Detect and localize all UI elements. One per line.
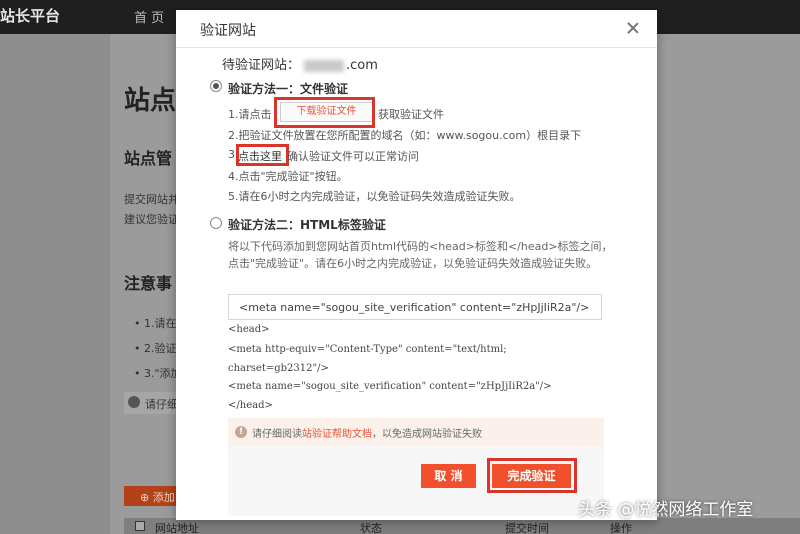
warning-suffix: ，以免造成网站验证失败 — [372, 429, 482, 440]
notes-title: 注意事 — [124, 274, 173, 293]
step2: 2.把验证文件放置在您所配置的域名（如：www.sogou.com）根目录下 — [228, 129, 582, 142]
site-label: 待验证网站： — [222, 58, 301, 73]
code-line: <meta http-equiv="Content-Type" content=… — [228, 344, 507, 355]
method2-title: 验证方法二：HTML标签验证 — [228, 218, 386, 232]
site-suffix: .com — [346, 58, 378, 73]
method1-radio[interactable] — [210, 80, 222, 92]
meta-tag-field[interactable] — [228, 294, 602, 320]
method2-description: 将以下代码添加到您网站首页html代码的<head>标签和</head>标签之间… — [228, 240, 613, 270]
complete-verification-button[interactable]: 完成验证 — [492, 464, 571, 488]
brand-logo[interactable]: 站长平台 — [0, 5, 60, 26]
modal-header: 验证网站 — [176, 10, 657, 48]
help-doc-link[interactable]: 站验证帮助文档 — [302, 429, 372, 440]
step1-suffix: 获取验证文件 — [378, 108, 444, 121]
method1-title: 验证方法一：文件验证 — [228, 82, 349, 96]
blurred-domain — [304, 59, 345, 72]
warning-prefix: 请仔细阅读 — [252, 429, 302, 440]
verify-site-modal: 验证网站 待验证网站： .com 验证方法一：文件验证 1.请点击 下载验证文件 … — [176, 10, 657, 520]
warning-box: ! 请仔细阅读站验证帮助文档，以免造成网站验证失败 — [228, 418, 604, 446]
th-submit-time: 提交时间 — [505, 522, 549, 534]
step3-prefix: 3. — [228, 148, 239, 161]
add-site-label: ⊕ 添加 — [140, 491, 175, 504]
cancel-button[interactable]: 取 消 — [421, 464, 476, 488]
site-row: 待验证网站： .com — [222, 54, 378, 73]
intro-line: 建议您验证 — [124, 213, 179, 226]
section-title: 站点管 — [124, 149, 173, 168]
nav-home[interactable]: 首 页 — [134, 7, 164, 26]
table-header — [124, 518, 800, 534]
code-line: </head> — [228, 400, 273, 411]
code-line: charset=gb2312"/> — [228, 363, 329, 374]
th-status: 状态 — [360, 522, 382, 534]
download-file-button[interactable]: 下载验证文件 — [280, 102, 373, 122]
page-title: 站点 — [124, 86, 177, 116]
info-icon — [128, 396, 140, 408]
modal-title: 验证网站 — [200, 23, 256, 39]
step1-prefix: 1.请点击 — [228, 108, 272, 121]
step4: 4.点击"完成验证"按钮。 — [228, 170, 348, 183]
method2-radio[interactable] — [210, 217, 222, 229]
step3-suffix: 确认验证文件可以正常访问 — [287, 150, 419, 163]
code-line: <head> — [228, 324, 270, 335]
intro-line: 提交网站并 — [124, 193, 179, 206]
close-icon[interactable] — [625, 20, 641, 36]
code-line: <meta name="sogou_site_verification" con… — [228, 381, 552, 392]
warning-icon: ! — [235, 426, 247, 438]
step5: 5.请在6小时之内完成验证，以免验证码失效造成验证失败。 — [228, 190, 521, 203]
notice-text: 请仔细 — [145, 398, 178, 411]
click-here-link[interactable]: 点击这里 — [238, 148, 282, 164]
th-actions: 操作 — [610, 522, 632, 534]
watermark: 头条 @悦然网络工作室 — [578, 500, 754, 520]
th-site-url: 网站地址 — [155, 522, 199, 534]
warning-text: 请仔细阅读站验证帮助文档，以免造成网站验证失败 — [252, 425, 482, 440]
select-all-checkbox[interactable] — [135, 521, 145, 531]
